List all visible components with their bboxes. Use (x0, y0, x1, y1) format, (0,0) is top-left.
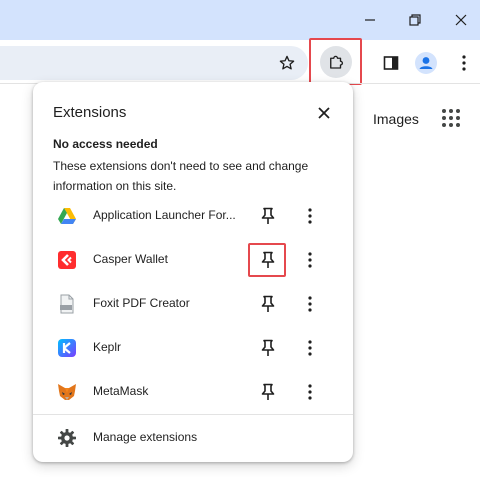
side-panel-button[interactable] (375, 46, 407, 80)
gear-icon (58, 429, 76, 447)
extension-name: Keplr (93, 340, 122, 354)
pin-icon (261, 383, 275, 400)
extensions-popup: Extensions No access needed These extens… (33, 82, 353, 462)
pin-button[interactable] (258, 337, 278, 359)
manage-extensions-label: Manage extensions (93, 430, 198, 444)
google-drive-icon (58, 208, 76, 224)
extension-more-button[interactable] (300, 337, 320, 359)
extension-more-button[interactable] (300, 381, 320, 403)
extension-row[interactable]: MetaMask (33, 370, 353, 414)
restore-icon (409, 14, 421, 26)
address-bar[interactable] (0, 46, 308, 80)
extension-name: Casper Wallet (93, 252, 168, 266)
bookmark-button[interactable] (271, 46, 303, 80)
extensions-button-highlight (309, 38, 362, 85)
close-icon (318, 107, 330, 119)
manage-extensions-button[interactable]: Manage extensions (33, 416, 353, 458)
pin-button[interactable] (258, 249, 278, 271)
browser-menu-button[interactable] (448, 46, 480, 80)
pin-icon (261, 339, 275, 356)
kebab-menu-icon (462, 55, 466, 71)
star-icon (279, 55, 295, 70)
kebab-menu-icon (308, 340, 312, 356)
extension-name: Application Launcher For... (93, 208, 236, 222)
pdf-icon (60, 294, 74, 314)
images-link[interactable]: Images (373, 111, 419, 127)
extension-more-button[interactable] (300, 205, 320, 227)
pin-button[interactable] (258, 205, 278, 227)
apps-grid-icon[interactable] (442, 109, 460, 127)
extension-more-button[interactable] (300, 293, 320, 315)
kebab-menu-icon (308, 384, 312, 400)
extension-row[interactable]: Foxit PDF Creator (33, 282, 353, 326)
pin-button[interactable] (258, 381, 278, 403)
toolbar (0, 40, 480, 84)
pin-icon (261, 207, 275, 224)
extension-row[interactable]: Keplr (33, 326, 353, 370)
minimize-icon (365, 19, 375, 21)
kebab-menu-icon (308, 252, 312, 268)
minimize-button[interactable] (347, 0, 393, 40)
casper-icon (58, 251, 76, 269)
extension-more-button[interactable] (300, 249, 320, 271)
section-heading: No access needed (53, 137, 158, 151)
restore-button[interactable] (392, 0, 438, 40)
extension-name: MetaMask (93, 384, 149, 398)
extension-name: Foxit PDF Creator (93, 296, 190, 310)
side-panel-icon (383, 56, 399, 70)
section-description: These extensions don't need to see and c… (53, 159, 309, 193)
profile-button[interactable] (410, 46, 442, 80)
browser-window: il Images Extensions No access needed Th… (0, 0, 480, 477)
title-bar (0, 0, 480, 40)
popup-divider (33, 414, 353, 415)
close-window-button[interactable] (438, 0, 480, 40)
metamask-icon (58, 384, 76, 400)
pin-icon (261, 295, 275, 312)
avatar-icon (415, 52, 437, 74)
extension-row[interactable]: Casper Wallet (33, 238, 353, 282)
close-icon (455, 14, 467, 26)
kebab-menu-icon (308, 208, 312, 224)
extension-row[interactable]: Application Launcher For... (33, 194, 353, 238)
popup-title: Extensions (53, 104, 127, 121)
popup-close-button[interactable] (313, 102, 335, 124)
keplr-icon (58, 339, 76, 357)
pin-button[interactable] (258, 293, 278, 315)
kebab-menu-icon (308, 296, 312, 312)
pin-icon (261, 251, 275, 268)
